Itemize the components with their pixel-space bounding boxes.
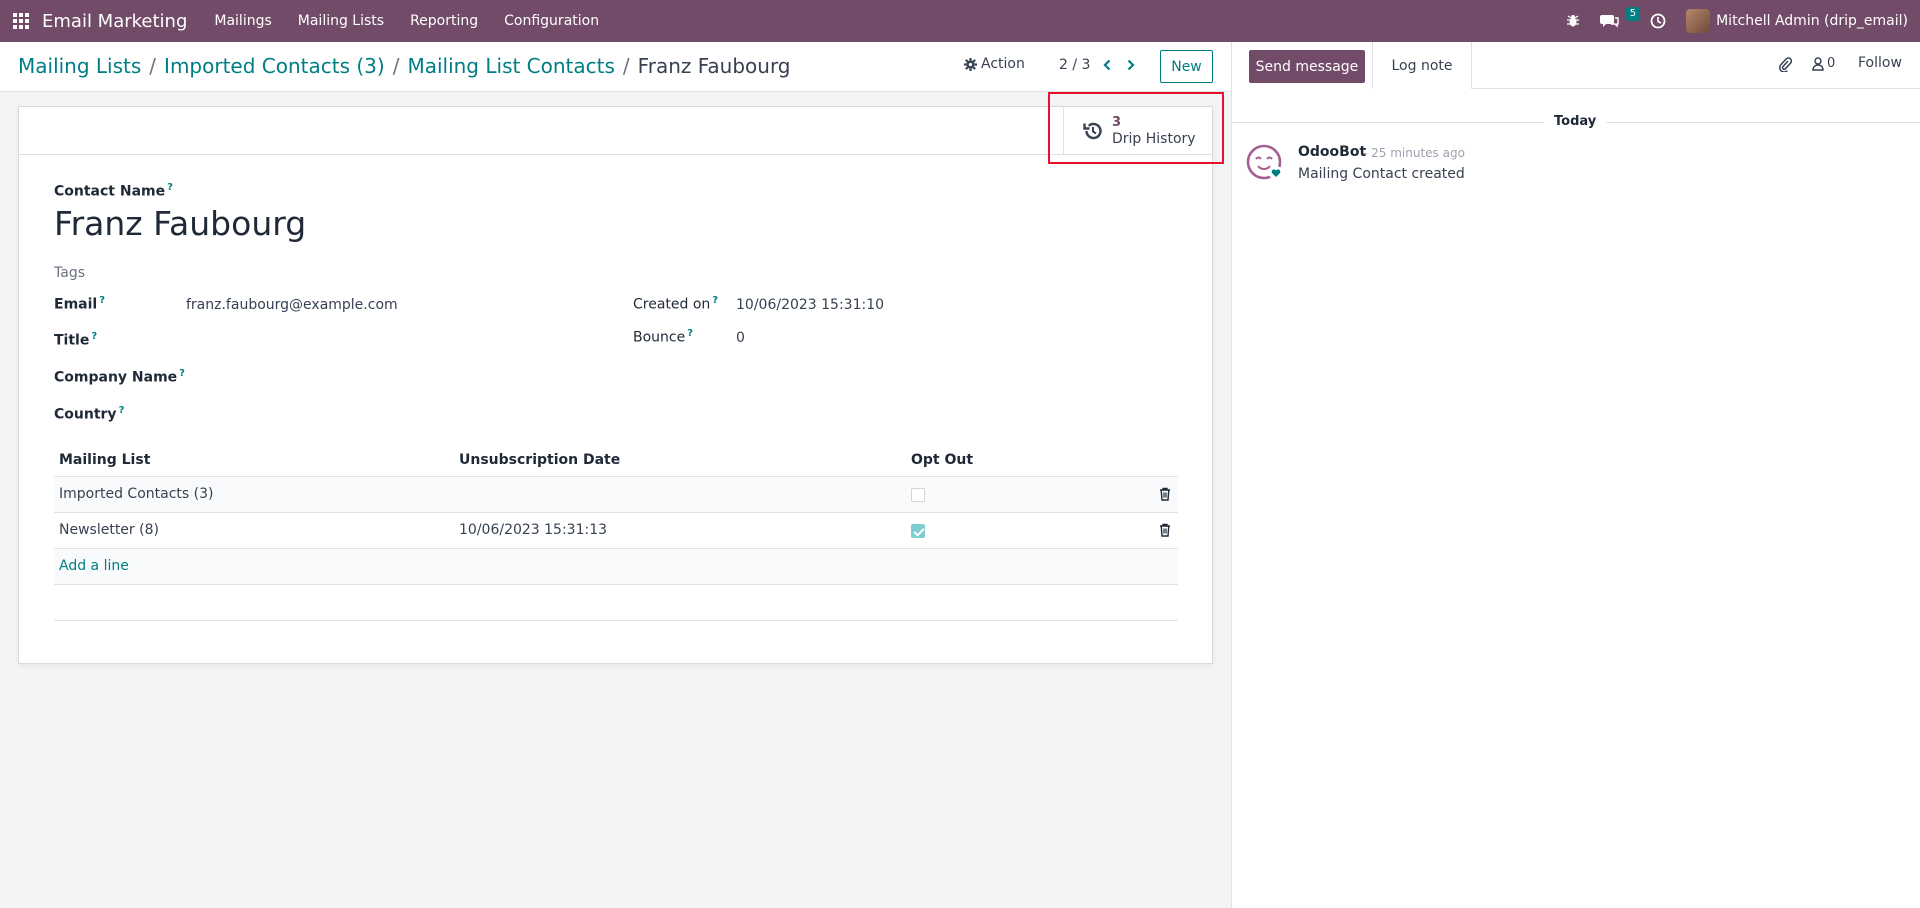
breadcrumb-separator: /	[392, 54, 400, 78]
table-footer	[54, 585, 1178, 621]
row-mailing-list: Newsletter (8)	[59, 522, 159, 538]
pager-next-button[interactable]	[1120, 53, 1142, 77]
help-tooltip-icon[interactable]: ?	[687, 328, 693, 339]
add-line-row: Add a line	[54, 549, 1178, 585]
help-tooltip-icon[interactable]: ?	[91, 331, 97, 342]
message-author[interactable]: OdooBot	[1298, 144, 1366, 160]
action-button[interactable]: Action	[964, 56, 1025, 72]
message-date: - 25 minutes ago	[1363, 146, 1465, 160]
email-field[interactable]: franz.faubourg@example.com	[186, 297, 398, 313]
smart-button-box: 3 Drip History	[19, 107, 1212, 155]
form-sheet: 3 Drip History Contact Name? Franz Faubo…	[18, 106, 1213, 664]
contact-name-label: Contact Name?	[54, 182, 173, 200]
menu-configuration[interactable]: Configuration	[491, 0, 612, 42]
followers-button[interactable]: 0	[1812, 56, 1835, 71]
company-name-label: Company Name?	[54, 368, 185, 386]
column-opt-out[interactable]: Opt Out	[911, 452, 973, 468]
column-unsubscription-date[interactable]: Unsubscription Date	[459, 452, 620, 468]
messages-icon[interactable]: 5	[1590, 0, 1641, 42]
follow-button[interactable]: Follow	[1858, 55, 1902, 71]
odoobot-avatar	[1246, 144, 1284, 182]
menu-reporting[interactable]: Reporting	[397, 0, 491, 42]
messages-badge: 5	[1625, 7, 1641, 21]
contact-name-field[interactable]: Franz Faubourg	[54, 204, 306, 243]
row-mailing-list: Imported Contacts (3)	[59, 486, 214, 502]
gear-icon	[964, 57, 977, 71]
chatter-panel: Send message Log note 0 Follow Today Odo…	[1231, 42, 1920, 908]
tags-field[interactable]: Tags	[54, 265, 85, 281]
table-header: Mailing List Unsubscription Date Opt Out	[54, 442, 1178, 477]
chevron-left-icon	[1103, 59, 1111, 71]
highlight-box	[1048, 92, 1224, 164]
breadcrumb-mailing-list-contacts[interactable]: Mailing List Contacts	[407, 54, 614, 78]
help-tooltip-icon[interactable]: ?	[179, 368, 185, 379]
user-menu[interactable]	[1676, 0, 1716, 42]
menu-mailings[interactable]: Mailings	[201, 0, 284, 42]
date-separator-today: Today	[1544, 114, 1607, 129]
activity-clock-icon[interactable]	[1640, 0, 1676, 42]
delete-row-trash-icon[interactable]	[1159, 523, 1171, 541]
attachment-paperclip-icon[interactable]	[1778, 56, 1792, 72]
add-line-link[interactable]: Add a line	[59, 558, 129, 574]
breadcrumb-separator: /	[149, 54, 157, 78]
breadcrumb-mailing-lists[interactable]: Mailing Lists	[18, 54, 141, 78]
row-unsubscription-date: 10/06/2023 15:31:13	[459, 522, 608, 538]
column-mailing-list[interactable]: Mailing List	[59, 452, 150, 468]
pager-value[interactable]: 2 / 3	[1059, 57, 1090, 73]
apps-menu-icon[interactable]	[0, 0, 42, 42]
opt-out-checkbox[interactable]	[911, 488, 925, 502]
breadcrumb-imported-contacts[interactable]: Imported Contacts (3)	[164, 54, 385, 78]
user-name[interactable]: Mitchell Admin (drip_email)	[1716, 0, 1920, 42]
control-panel: Mailing Lists / Imported Contacts (3) / …	[0, 42, 1231, 92]
bounce-label: Bounce?	[633, 328, 694, 346]
action-label: Action	[981, 56, 1025, 72]
top-navbar: Email Marketing Mailings Mailing Lists R…	[0, 0, 1920, 42]
pager-previous-button[interactable]	[1096, 53, 1118, 77]
opt-out-checkbox[interactable]	[911, 524, 925, 538]
chatter-divider	[1472, 88, 1920, 89]
created-on-label: Created on?	[633, 295, 719, 313]
menu-mailing-lists[interactable]: Mailing Lists	[285, 0, 397, 42]
created-on-value: 10/06/2023 15:31:10	[736, 297, 885, 313]
followers-count: 0	[1827, 56, 1836, 71]
chatter-topbar: Send message Log note 0 Follow	[1232, 42, 1920, 89]
help-tooltip-icon[interactable]: ?	[712, 295, 718, 306]
bounce-value: 0	[736, 330, 745, 346]
country-label: Country?	[54, 405, 125, 423]
send-message-button[interactable]: Send message	[1249, 50, 1365, 83]
help-tooltip-icon[interactable]: ?	[167, 182, 173, 193]
app-brand[interactable]: Email Marketing	[42, 11, 187, 32]
log-note-button[interactable]: Log note	[1372, 42, 1472, 89]
subscriptions-table: Mailing List Unsubscription Date Opt Out…	[54, 442, 1178, 621]
user-icon	[1812, 56, 1824, 71]
new-button[interactable]: New	[1160, 50, 1213, 83]
user-avatar	[1686, 9, 1711, 33]
delete-row-trash-icon[interactable]	[1159, 487, 1171, 505]
debug-bug-icon[interactable]	[1556, 0, 1590, 42]
table-row[interactable]: Imported Contacts (3)	[54, 477, 1178, 513]
email-label: Email?	[54, 295, 106, 313]
message-body: Mailing Contact created	[1298, 166, 1465, 182]
breadcrumb-current: Franz Faubourg	[637, 54, 791, 78]
breadcrumb-separator: /	[622, 54, 630, 78]
table-row[interactable]: Newsletter (8) 10/06/2023 15:31:13	[54, 513, 1178, 549]
breadcrumb: Mailing Lists / Imported Contacts (3) / …	[18, 54, 791, 78]
help-tooltip-icon[interactable]: ?	[119, 405, 125, 416]
chevron-right-icon	[1127, 59, 1135, 71]
help-tooltip-icon[interactable]: ?	[99, 295, 105, 306]
title-label: Title?	[54, 331, 98, 349]
